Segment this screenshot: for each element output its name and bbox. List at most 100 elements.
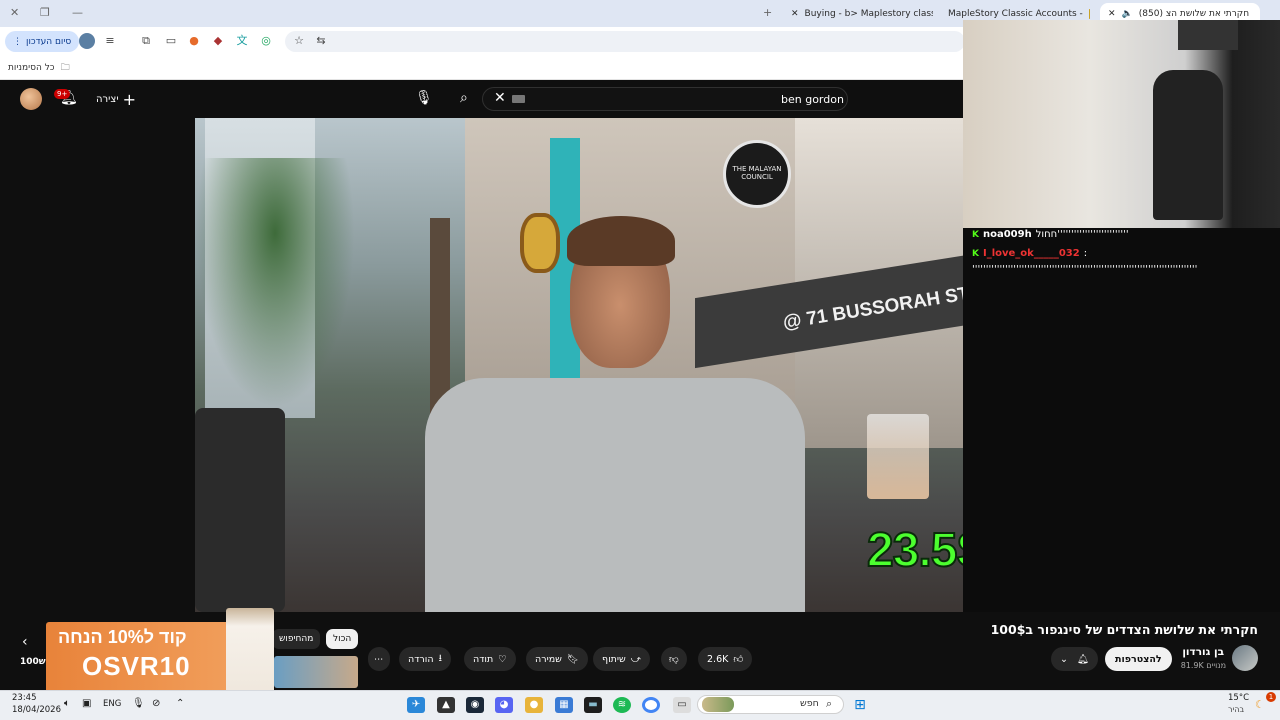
account-avatar[interactable] bbox=[20, 88, 42, 110]
thumbs-up-icon: 👍︎ bbox=[733, 654, 744, 665]
keyboard-icon[interactable] bbox=[512, 95, 525, 103]
app-grid-icon[interactable]: ▦ bbox=[555, 697, 573, 713]
chat-message: K noa009h חחול'''''''''''''''''''''''''' bbox=[972, 229, 1129, 240]
monitor bbox=[1178, 20, 1238, 50]
site-favicon-icon bbox=[1088, 9, 1090, 19]
create-button[interactable]: יצירה + bbox=[96, 90, 136, 109]
reading-list-icon[interactable]: ≡ bbox=[102, 33, 118, 49]
address-bar[interactable] bbox=[285, 31, 965, 52]
restore-window-icon[interactable]: ❐ bbox=[40, 6, 50, 19]
input-language[interactable]: ENG bbox=[103, 699, 121, 709]
chip-from-search[interactable]: מהחיפוש bbox=[272, 629, 321, 649]
close-tab-icon[interactable]: ✕ bbox=[1108, 9, 1116, 19]
microphone-tray-icon[interactable]: 🎙︎ bbox=[132, 698, 145, 709]
drink-cup bbox=[867, 414, 929, 499]
site-info-icon[interactable]: ⇆ bbox=[313, 33, 329, 49]
app-terminal-icon[interactable]: ▬ bbox=[584, 697, 602, 713]
close-window-icon[interactable]: ✕ bbox=[10, 6, 19, 19]
bell-icon: 🔔︎ bbox=[1076, 653, 1090, 665]
network-icon[interactable]: ▣ bbox=[82, 698, 91, 709]
app-steam-icon[interactable]: ◉ bbox=[466, 697, 484, 713]
minimize-window-icon[interactable]: — bbox=[72, 6, 83, 19]
taskbar-search-placeholder: חפש bbox=[800, 698, 819, 709]
clear-search-icon[interactable]: ✕ bbox=[494, 90, 506, 106]
screen-share-icon[interactable]: ▭ bbox=[163, 33, 179, 49]
all-bookmarks-link[interactable]: כל הסימניות 🗀 bbox=[8, 60, 70, 76]
app-telegram-icon[interactable]: ✈ bbox=[407, 697, 425, 713]
subscriber-count: 81.9K מנויים bbox=[1180, 661, 1226, 670]
download-button[interactable]: הורדה ⭳ bbox=[399, 647, 451, 671]
palm-trees bbox=[195, 158, 355, 408]
related-video-thumbnail[interactable] bbox=[274, 656, 358, 688]
notification-badge[interactable]: 1 bbox=[1266, 692, 1276, 702]
tab-label: Buying - b> Maplestory classic bbox=[804, 9, 933, 19]
chat-message: ''''''''''''''''''''''''''''''''''''''''… bbox=[972, 264, 1198, 275]
app-stremio-icon[interactable]: ▲ bbox=[437, 697, 455, 713]
kick-badge-icon: K bbox=[972, 229, 979, 240]
subscribe-button[interactable]: להצטרפות bbox=[1105, 647, 1172, 671]
volume-icon[interactable]: 🔈︎ bbox=[64, 698, 70, 709]
audio-icon[interactable]: 🔈 bbox=[1122, 9, 1133, 19]
channel-avatar[interactable] bbox=[1232, 645, 1258, 671]
search-highlight-image bbox=[702, 697, 734, 712]
plus-icon: + bbox=[122, 90, 136, 109]
thanks-button[interactable]: תודה ♡ bbox=[464, 647, 516, 671]
bookmark-star-icon[interactable]: ☆ bbox=[291, 33, 307, 49]
weather-temperature[interactable]: 15°C bbox=[1228, 693, 1249, 703]
person-torso bbox=[425, 378, 805, 612]
search-icon[interactable]: ⌕ bbox=[460, 90, 468, 106]
parked-car bbox=[195, 408, 285, 612]
extension-translate-icon[interactable]: 文 bbox=[234, 33, 250, 49]
more-dots-icon: ⋯ bbox=[374, 653, 384, 665]
like-button[interactable]: 2.6K 👍︎ bbox=[698, 647, 753, 671]
extension-grammar-icon[interactable]: ◎ bbox=[258, 33, 274, 49]
thumbs-down-icon: 👎︎ bbox=[669, 654, 679, 665]
task-view-icon[interactable]: ▭ bbox=[673, 697, 691, 713]
app-discord-icon[interactable]: ◕ bbox=[495, 697, 513, 713]
video-title: חקרתי את שלושת הצדדים של סינגפור ב100$ bbox=[990, 622, 1258, 637]
folder-icon: 🗀 bbox=[60, 63, 70, 73]
app-spotify-icon[interactable]: ≋ bbox=[613, 697, 631, 713]
dislike-button[interactable]: 👎︎ bbox=[661, 647, 687, 671]
app-overwolf-icon[interactable]: ● bbox=[525, 697, 543, 713]
perfume-bottle-image bbox=[226, 608, 274, 698]
chevron-left-icon[interactable]: ‹ bbox=[22, 634, 28, 650]
windows-start-icon[interactable]: ⊞ bbox=[851, 697, 869, 713]
stream-chat bbox=[963, 228, 1280, 612]
bookmark-icon: 🔖︎ bbox=[566, 653, 579, 665]
finish-update-button[interactable]: ⋮ סיום העדכון bbox=[5, 31, 80, 52]
ad-coupon-code: OSVR10 bbox=[82, 651, 191, 681]
share-button[interactable]: שיתוף ⤻ bbox=[593, 647, 650, 671]
ad-discount-text: קוד ל10% הנחה bbox=[58, 627, 187, 647]
clock-time[interactable]: 23:45 bbox=[12, 693, 37, 703]
app-chrome-icon[interactable] bbox=[642, 697, 660, 713]
extension-shield-icon[interactable]: ◆ bbox=[210, 33, 226, 49]
extensions-icon[interactable]: ⧉ bbox=[138, 33, 154, 49]
search-icon: ⌕ bbox=[826, 697, 833, 710]
extension-fox-icon[interactable]: ● bbox=[186, 33, 202, 49]
chat-message: K I_love_ok_____032 : bbox=[972, 248, 1088, 259]
weather-moon-icon[interactable]: ☾ bbox=[1255, 698, 1265, 711]
kick-badge-icon: K bbox=[972, 248, 979, 259]
microphone-icon[interactable]: 🎙︎ bbox=[415, 90, 433, 106]
wifi-off-icon[interactable]: ⊘ bbox=[152, 698, 160, 709]
tray-overflow-icon[interactable]: ⌃ bbox=[176, 698, 184, 709]
close-tab-icon[interactable]: ✕ bbox=[791, 9, 799, 19]
menu-dots-icon: ⋮ bbox=[13, 36, 22, 47]
notifications-dropdown[interactable]: ⌄ 🔔︎ bbox=[1051, 647, 1099, 671]
tab-buying[interactable]: ✕ Buying - b> Maplestory classic bbox=[783, 3, 933, 25]
notifications-badge: 9+ bbox=[54, 89, 71, 99]
chip-all[interactable]: הכול bbox=[326, 629, 359, 649]
more-actions-button[interactable]: ⋯ bbox=[368, 647, 390, 671]
webcam-overlay bbox=[963, 20, 1280, 228]
related-video-title[interactable]: 100ש bbox=[20, 657, 46, 667]
download-icon: ⭳ bbox=[438, 653, 442, 664]
weather-description[interactable]: בהיר bbox=[1228, 705, 1244, 714]
profile-avatar-icon[interactable] bbox=[79, 33, 95, 49]
channel-name[interactable]: בן גורדון bbox=[1180, 646, 1224, 658]
save-button[interactable]: שמירה 🔖︎ bbox=[526, 647, 588, 671]
clock-date[interactable]: 18/04/2026 bbox=[12, 705, 61, 715]
gaming-chair bbox=[1153, 70, 1223, 220]
search-query: ben gordon bbox=[781, 93, 844, 106]
new-tab-icon[interactable]: + bbox=[763, 6, 772, 19]
